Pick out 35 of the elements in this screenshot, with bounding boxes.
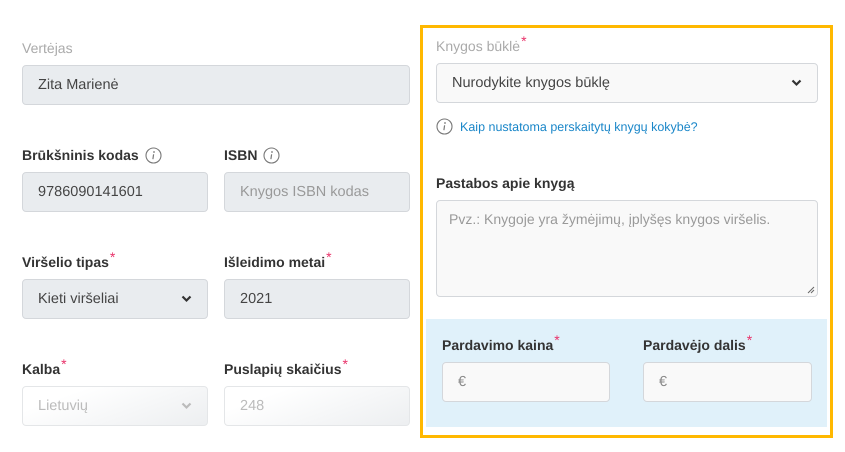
field-label: Išleidimo metai bbox=[224, 254, 326, 270]
field-label: Pardavėjo dalis bbox=[643, 337, 746, 353]
field-label: Knygos būklė bbox=[436, 38, 520, 54]
required-mark: * bbox=[110, 249, 116, 265]
input-field[interactable]: 9786090141601 bbox=[22, 172, 208, 212]
field-label: ISBN bbox=[224, 147, 258, 163]
help-link[interactable]: Kaip nustatoma perskaitytų knygų kokybė? bbox=[460, 120, 698, 134]
notes-textarea[interactable]: Pvz.: Knygoje yra žymėjimų, įplyšęs knygos viršelis. bbox=[436, 200, 818, 297]
chevron-down-icon bbox=[181, 295, 192, 303]
required-mark: * bbox=[554, 332, 560, 348]
required-mark: * bbox=[342, 356, 348, 372]
info-icon[interactable] bbox=[436, 118, 453, 135]
field-label: Pardavimo kaina bbox=[442, 337, 554, 353]
input-field[interactable]: 2021 bbox=[224, 279, 410, 319]
chevron-down-icon bbox=[181, 402, 192, 410]
required-mark: * bbox=[521, 33, 527, 49]
resize-grip-icon[interactable] bbox=[807, 286, 815, 294]
required-mark: * bbox=[746, 332, 752, 348]
input-field[interactable]: € bbox=[442, 362, 610, 402]
info-icon[interactable] bbox=[263, 146, 280, 164]
info-icon[interactable] bbox=[144, 146, 162, 164]
input-field[interactable]: € bbox=[643, 362, 812, 402]
input-field[interactable]: Zita Marienė bbox=[22, 65, 410, 105]
field-label: Puslapių skaičius bbox=[224, 361, 342, 377]
required-mark: * bbox=[326, 249, 332, 265]
field-label: Brūkšninis kodas bbox=[22, 147, 139, 163]
dropdown[interactable]: Kieti viršeliai bbox=[22, 279, 208, 319]
field-label: Viršelio tipas bbox=[22, 254, 109, 270]
field-label: Kalba bbox=[22, 361, 60, 377]
field-label: Pastabos apie knygą bbox=[436, 175, 575, 191]
field-label: Vertėjas bbox=[22, 40, 73, 56]
chevron-down-icon bbox=[791, 79, 802, 87]
dropdown[interactable]: Nurodykite knygos būklę bbox=[436, 63, 818, 103]
required-mark: * bbox=[61, 356, 67, 372]
input-field[interactable]: Knygos ISBN kodas bbox=[224, 172, 410, 212]
